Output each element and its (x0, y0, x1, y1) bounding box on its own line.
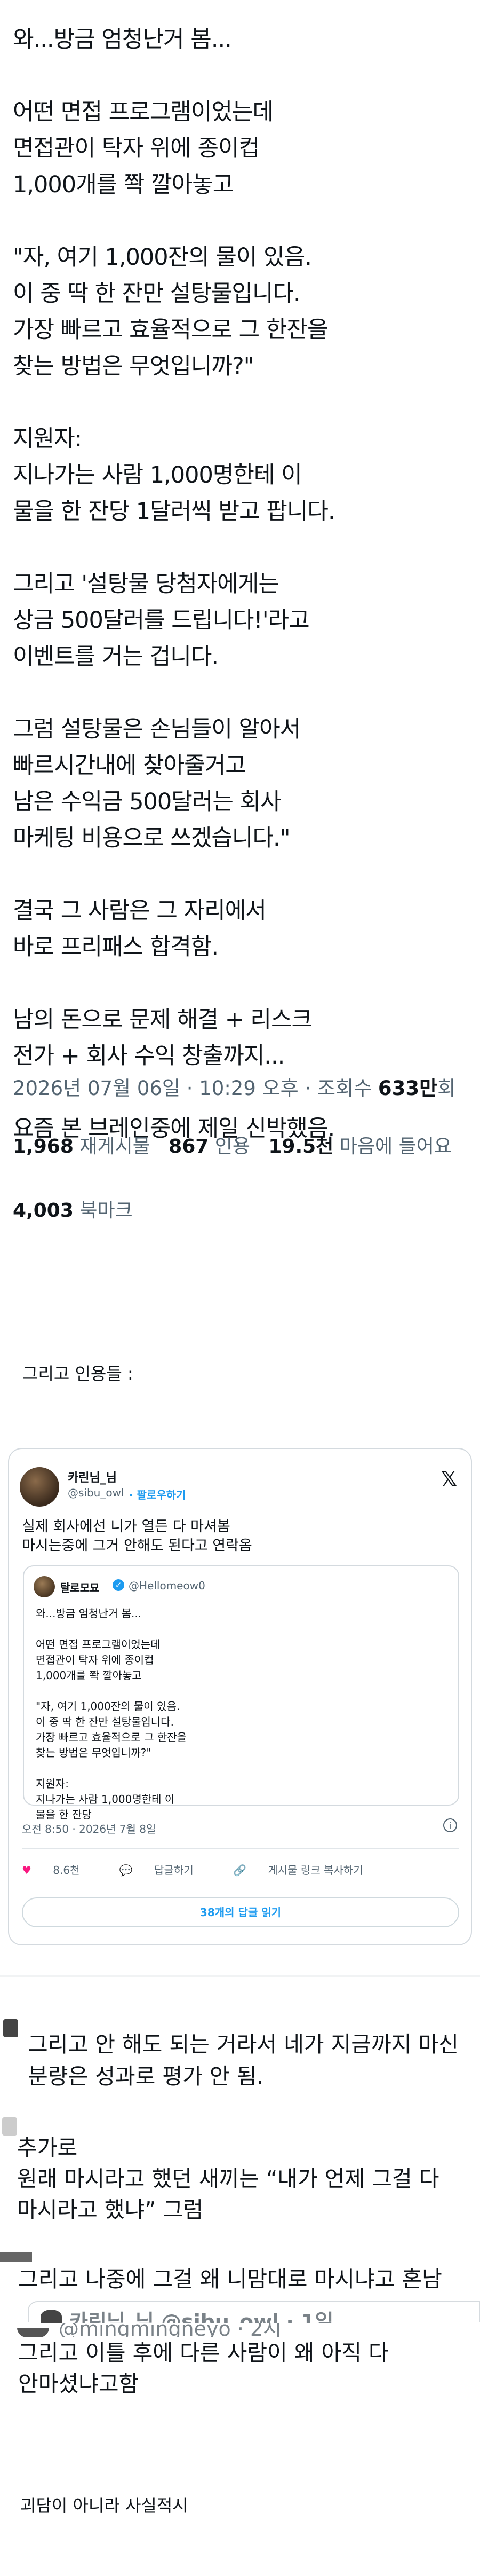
engagement-stats: 1,968 재게시물 867 인용 19.5천 마음에 들어요 (13, 1131, 452, 1159)
likes-stat[interactable]: 19.5천 마음에 들어요 (268, 1136, 452, 1157)
tweet-line: 마케팅 비용으로 쓰겠습니다." (13, 825, 291, 852)
heart-icon: ♥ (22, 1864, 31, 1877)
tweet-line (13, 856, 471, 893)
quoted-line: 어떤 면접 프로그램이었는데 (36, 1638, 161, 1651)
tweet-line: "자, 여기 1,000잔의 물이 있음. (13, 244, 312, 271)
tweet-line: 전가 + 회사 수익 창출까지... (13, 1043, 285, 1069)
reply-line: 그리고 나중에 그걸 왜 니맘대로 마시냐고 혼남 (18, 2264, 442, 2295)
quoted-author-name: 탈로모묘 (60, 1581, 100, 1594)
reply-line: 그리고 안 해도 되는 거라서 네가 지금까지 마신 (28, 2031, 459, 2057)
footnote: 괴담이 아니라 사실적시 (20, 2495, 188, 2516)
tweet-line: 1,000개를 쫙 깔아놓고 (13, 171, 234, 198)
quoted-line: 찾는 방법은 무엇입니까?" (36, 1746, 151, 1759)
tweet-line: 물을 한 잔당 1달러씩 받고 팝니다. (13, 498, 335, 525)
reply-button[interactable]: 💬 답글하기 (119, 1864, 212, 1877)
card-body: 실제 회사에선 니가 열든 다 마셔봄 마시는중에 그거 안해도 된다고 연락옴 (22, 1518, 252, 1554)
reply-line: 원래 마시라고 했던 새끼는 “내가 언제 그걸 다 (17, 2166, 439, 2192)
tweet-line (13, 675, 471, 711)
link-icon: 🔗 (233, 1864, 247, 1877)
tweet-line: 와...방금 엄청난거 봄... (13, 26, 232, 53)
tweet-line (13, 965, 471, 1002)
tweet-line (13, 530, 471, 566)
tweet-time[interactable]: 2026년 07월 06일 · 10:29 오후 · 조회수 (13, 1077, 378, 1100)
retweets-stat[interactable]: 1,968 재게시물 (13, 1136, 150, 1157)
quoted-line: 와...방금 엄청난거 봄... (36, 1607, 142, 1620)
view-suffix: 회 (437, 1077, 456, 1100)
tweet-line: 바로 프리패스 합격함. (13, 934, 219, 960)
quoted-line (36, 1761, 187, 1776)
tweet-line: 이 중 딱 한 잔만 설탕물입니다. (13, 280, 301, 307)
tweet-text: 와...방금 엄청난거 봄... 어떤 면접 프로그램이었는데면접관이 탁자 위에… (13, 21, 471, 1147)
reply-line: 분량은 성과로 평가 안 됨. (28, 2063, 264, 2089)
tweet-line: 지원자: (13, 426, 82, 452)
tweet-line: 결국 그 사람은 그 자리에서 (13, 897, 267, 924)
tweet-line: 어떤 면접 프로그램이었는데 (13, 99, 274, 125)
tweet-line: 상금 500달러를 드립니다!'라고 (13, 607, 310, 634)
section-label: 그리고 인용들 : (22, 1364, 133, 1384)
divider (22, 1848, 459, 1849)
verified-badge-icon: ✓ (113, 1579, 124, 1591)
quoted-line: "자, 여기 1,000잔의 물이 있음. (36, 1700, 180, 1713)
quoted-line: 가장 빠르고 효율적으로 그 한잔을 (36, 1731, 187, 1744)
quoted-line: 1,000개를 쫙 깔아놓고 (36, 1669, 142, 1682)
tweet-meta: 2026년 07월 06일 · 10:29 오후 · 조회수 633만회 (13, 1072, 455, 1101)
reply-icon: 💬 (119, 1864, 133, 1877)
view-count: 633만 (378, 1077, 438, 1100)
info-icon[interactable]: i (443, 1818, 457, 1832)
reply-line: 그리고 이틀 후에 다른 사람이 왜 아직 다 (18, 2340, 389, 2366)
faded-author: 카린님_님 @sibu_owl · 1일 (69, 2310, 334, 2323)
tweet-line: 남은 수익금 500달러는 회사 (13, 789, 282, 815)
divider (0, 1975, 480, 1977)
avatar (17, 2328, 49, 2337)
bookmarks-stat[interactable]: 4,003 북마크 (13, 1195, 133, 1223)
avatar (3, 2019, 18, 2037)
quoted-line: 지원자: (36, 1777, 69, 1790)
tweet-line: 빠르시간내에 찾아줄거고 (13, 752, 246, 779)
quotes-stat[interactable]: 867 인용 (169, 1136, 250, 1157)
author-name[interactable]: 카린님_님 (68, 1468, 117, 1485)
tweet-line: 남의 돈으로 문제 해결 + 리스크 (13, 1006, 313, 1033)
quoted-body: 와...방금 엄청난거 봄... 어떤 면접 프로그램이었는데면접관이 탁자 위에… (36, 1606, 187, 1823)
tweet-line: 그럼 설탕물은 손님들이 알아서 (13, 716, 301, 743)
reply-line: 마시라고 했냐” 그럼 (17, 2197, 204, 2223)
quoted-tweet[interactable]: 탈로모묘 ✓ @Hellomeow0 와...방금 엄청난거 봄... 어떤 면접… (23, 1565, 459, 1821)
read-replies-button[interactable]: 38개의 답글 읽기 (22, 1897, 459, 1927)
quoted-line: 지나가는 사람 1,000명한테 이 (36, 1793, 175, 1806)
tweet-line: 그리고 '설탕물 당첨자에게는 (13, 571, 279, 597)
avatar (41, 2310, 62, 2323)
avatar (0, 2252, 32, 2262)
avatar (34, 1576, 55, 1597)
quoted-line (36, 1683, 187, 1699)
reply-line: 추가로 (17, 2135, 78, 2161)
quoted-author-handle: @Hellomeow0 (129, 1579, 205, 1592)
tweet-line: 면접관이 탁자 위에 종이컵 (13, 135, 260, 162)
author-handle[interactable]: @sibu_owl (68, 1486, 124, 1499)
like-button[interactable]: ♥ 8.6천 (22, 1864, 98, 1877)
avatar (2, 2117, 17, 2136)
avatar[interactable] (20, 1467, 59, 1507)
tweet-line (13, 58, 471, 94)
card-timestamp[interactable]: 오전 8:50 · 2026년 7월 8일 (22, 1821, 156, 1836)
copy-link-button[interactable]: 🔗 게시물 링크 복사하기 (233, 1864, 381, 1877)
quoted-line: 면접관이 탁자 위에 종이컵 (36, 1653, 154, 1666)
quoted-line: 이 중 딱 한 잔만 설탕물입니다. (36, 1715, 174, 1728)
tweet-line (13, 203, 471, 239)
reply-line: 안마셨냐고함 (18, 2371, 139, 2397)
x-logo-icon[interactable]: 𝕏 (441, 1467, 457, 1491)
quoted-line (36, 1621, 187, 1637)
tweet-line: 가장 빠르고 효율적으로 그 한잔을 (13, 317, 329, 343)
embedded-tweet-card[interactable]: 카린님_님 @sibu_owl · 팔로우하기 𝕏 실제 회사에선 니가 열든 … (8, 1448, 472, 1945)
tweet-line: 지나가는 사람 1,000명한테 이 (13, 462, 302, 489)
tweet-line (13, 384, 471, 421)
follow-link[interactable]: · 팔로우하기 (129, 1486, 186, 1502)
faded-handle: @mingmingneyo · 2시 (59, 2323, 282, 2337)
card-actions: ♥ 8.6천 💬 답글하기 🔗 게시물 링크 복사하기 (22, 1862, 399, 1877)
tweet-line: 이벤트를 거는 겁니다. (13, 643, 219, 670)
tweet-line: 찾는 방법은 무엇입니까?" (13, 353, 254, 380)
